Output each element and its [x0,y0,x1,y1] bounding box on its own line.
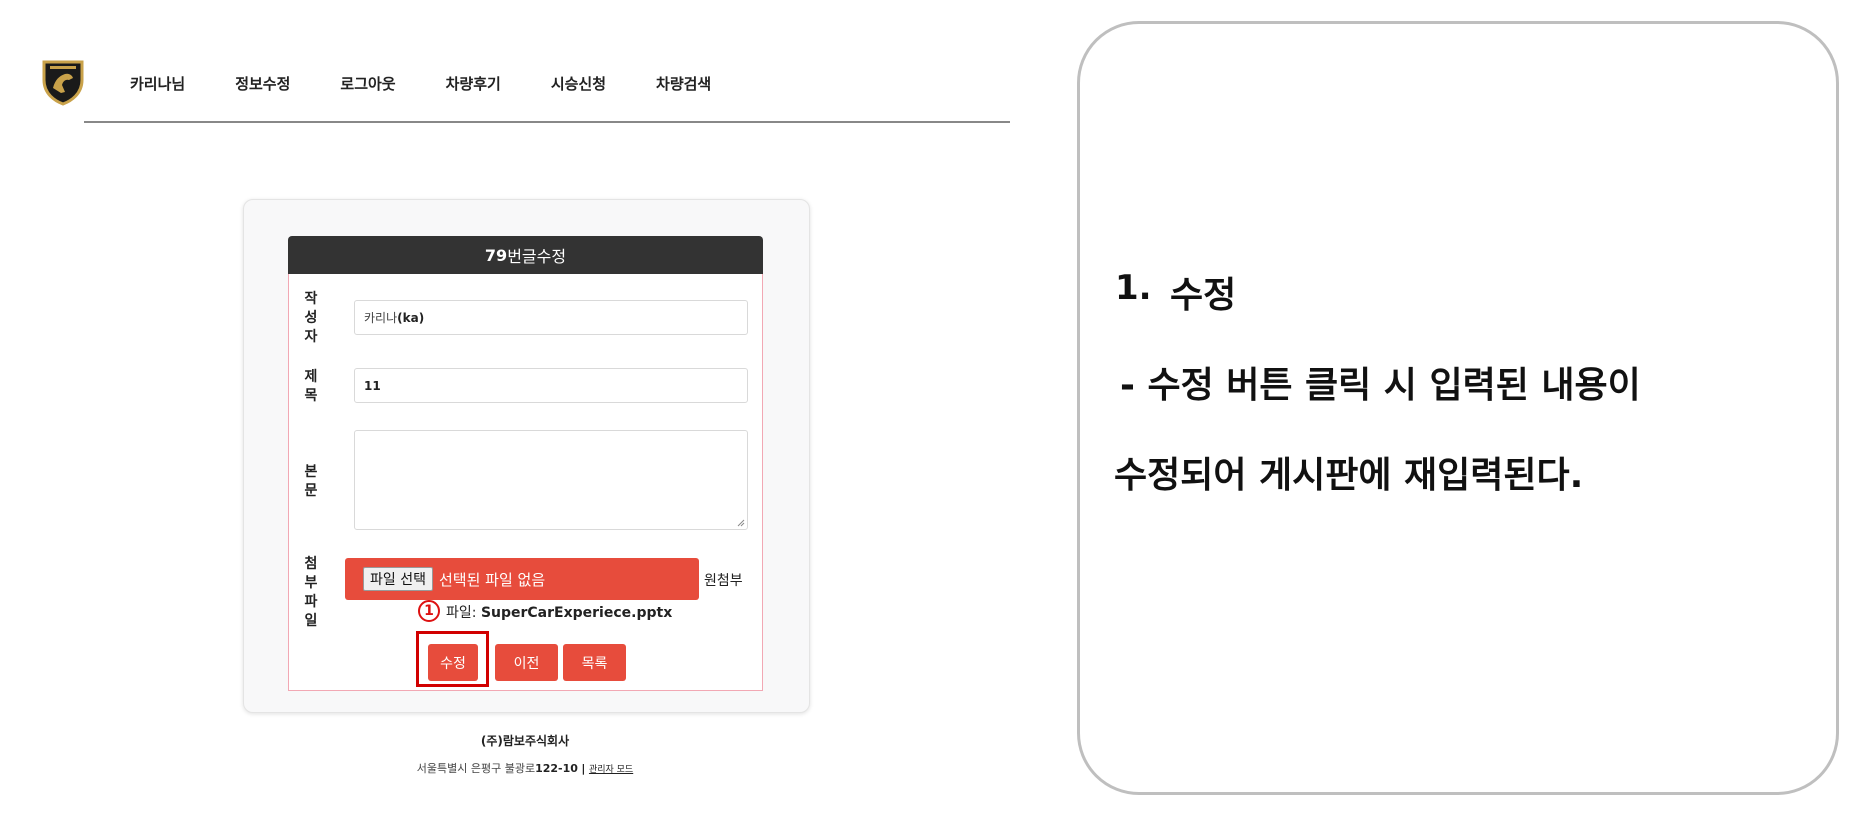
nav-item-edit-profile[interactable]: 정보수정 [235,73,290,94]
attachment-label: 첨부파일 [304,556,318,629]
choose-file-button[interactable]: 파일 선택 [363,567,433,591]
nav-item-test-drive[interactable]: 시승신청 [551,73,606,94]
original-file-label: 원첨부 [704,573,743,589]
nav-item-car-search[interactable]: 차량검색 [656,73,711,94]
list-button[interactable]: 목록 [563,644,626,681]
annotation-panel [1077,21,1839,795]
author-field[interactable]: 카리나 (ka) [354,300,748,335]
footer-company: (주)람보주식회사 [480,734,570,748]
step-marker: 1 [418,600,440,622]
body-label: 본문 [304,464,318,499]
annotation-line-1: - 수정 버튼 클릭 시 입력된 내용이 [1120,365,1641,406]
annotation-line-2: 수정되어 게시판에 재입력된다. [1114,455,1584,496]
nav-item-user[interactable]: 카리나님 [130,73,185,94]
title-field[interactable]: 11 [354,368,748,403]
post-number: 79 [484,245,508,265]
title-label: 제목 [304,369,318,404]
body-textarea[interactable] [354,430,748,530]
resize-grip-icon[interactable] [737,519,745,527]
form-title: 79 번글수정 [288,236,763,274]
file-input: 파일 선택 선택된 파일 없음 [345,558,699,600]
form-title-text: 번글수정 [507,247,567,266]
nav-item-logout[interactable]: 로그아웃 [340,73,395,94]
original-file-name: 파일: SuperCarExperiece.pptx [446,605,673,621]
prev-button[interactable]: 이전 [495,644,558,681]
annotation-heading: 수정 [1170,275,1237,316]
footer-address: 서울특별시 은평구 불광로122-10 | 관리자 모드 [416,762,634,775]
nav-item-reviews[interactable]: 차량후기 [446,73,501,94]
top-nav: 카리나님 정보수정 로그아웃 차량후기 시승신청 차량검색 [130,73,761,94]
edit-button-highlight [416,631,489,687]
nav-divider [84,121,1010,123]
lamborghini-logo[interactable] [41,58,85,106]
file-status-text: 선택된 파일 없음 [438,570,546,589]
author-label: 작성자 [304,291,318,345]
annotation-heading-number: 1. [1115,268,1152,308]
admin-mode-link[interactable]: 관리자 모드 [589,765,633,775]
